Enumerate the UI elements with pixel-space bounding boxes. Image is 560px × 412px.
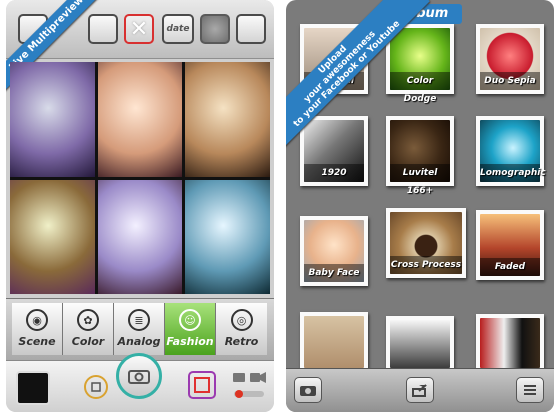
live-multipreview-screen: ✕ date Live Multipreview ◉ Scene ✿ Color…: [6, 0, 274, 412]
album-tile[interactable]: Luvitel 166+: [386, 116, 454, 196]
tile-caption: Cross Process: [390, 256, 462, 274]
album-bottom-bar: [286, 368, 554, 412]
camera-icon: [128, 370, 150, 384]
crop-frame-button[interactable]: [84, 375, 108, 399]
x-icon: ✕: [129, 16, 149, 42]
photo-thumb: [390, 320, 450, 368]
filter-tab-fashion[interactable]: ☺ Fashion: [165, 303, 216, 355]
tile-caption: Baby Face: [304, 264, 364, 282]
album-tile[interactable]: Baby Face: [300, 216, 368, 286]
tile-caption: Luvitel 166+: [390, 164, 450, 196]
preview-cell[interactable]: [10, 179, 95, 294]
tile-caption: Lomographic: [480, 164, 546, 182]
album-tile[interactable]: 1920: [300, 116, 368, 186]
tile-caption: 1920: [304, 164, 364, 182]
camera-button[interactable]: [294, 377, 322, 403]
no-frame-button[interactable]: ✕: [124, 14, 154, 44]
filter-label: Fashion: [166, 335, 214, 348]
album-tile[interactable]: [300, 312, 368, 372]
menu-button[interactable]: [516, 377, 544, 403]
fashion-icon: ☺: [179, 309, 201, 331]
share-button[interactable]: [406, 377, 434, 403]
color-icon: ✿: [77, 309, 99, 331]
camera-icon: [300, 386, 316, 396]
border-button[interactable]: [236, 14, 266, 44]
square-icon: [194, 377, 210, 393]
square-format-button[interactable]: [188, 371, 216, 399]
date-stamp-button[interactable]: date: [162, 14, 194, 44]
crop-icon: [91, 382, 101, 392]
last-photo-thumbnail[interactable]: [16, 371, 50, 405]
share-icon: [412, 383, 427, 397]
scene-icon: ◉: [26, 309, 48, 331]
album-tile[interactable]: Cross Process: [386, 208, 466, 278]
preview-cell[interactable]: [10, 62, 95, 177]
filter-label: Retro: [224, 335, 259, 348]
album-tile[interactable]: Lomographic: [476, 116, 546, 186]
list-icon: [524, 385, 536, 395]
preview-cell[interactable]: [185, 62, 270, 177]
album-tile[interactable]: Faded: [476, 210, 544, 280]
album-screen: Album Upload your awesomeness to your Fa…: [286, 0, 554, 412]
vignette-button[interactable]: [200, 14, 230, 44]
filter-tab-analog[interactable]: ≣ Analog: [114, 303, 165, 355]
filter-label: Analog: [117, 335, 161, 348]
tile-caption: Color Dodge: [390, 72, 450, 104]
preview-cell[interactable]: [97, 179, 183, 294]
filter-category-bar: ◉ Scene ✿ Color ≣ Analog ☺ Fashion ◎ Ret…: [6, 298, 274, 361]
retro-icon: ◎: [230, 309, 253, 331]
album-tile[interactable]: Duo Sepia: [476, 24, 544, 94]
shutter-button[interactable]: [116, 353, 162, 399]
number-tool-button[interactable]: [88, 14, 118, 44]
filter-tab-retro[interactable]: ◎ Retro: [216, 303, 267, 355]
analog-icon: ≣: [128, 309, 150, 331]
preview-cell[interactable]: [185, 179, 270, 294]
camera-bottom-bar: [6, 353, 274, 412]
preview-grid: [10, 62, 270, 294]
filter-tab-scene[interactable]: ◉ Scene: [12, 303, 63, 355]
photo-video-toggle[interactable]: [230, 369, 268, 403]
photo-video-toggle-icon: [233, 372, 266, 398]
photo-thumb: [480, 318, 540, 368]
preview-cell[interactable]: [97, 62, 183, 177]
album-tile[interactable]: [476, 314, 544, 372]
album-tile[interactable]: [386, 316, 454, 372]
tile-caption: Faded: [480, 258, 540, 276]
tile-caption: Duo Sepia: [480, 72, 540, 90]
filter-label: Color: [71, 335, 105, 348]
filter-tab-color[interactable]: ✿ Color: [63, 303, 114, 355]
filter-label: Scene: [18, 335, 56, 348]
photo-thumb: [304, 316, 364, 368]
